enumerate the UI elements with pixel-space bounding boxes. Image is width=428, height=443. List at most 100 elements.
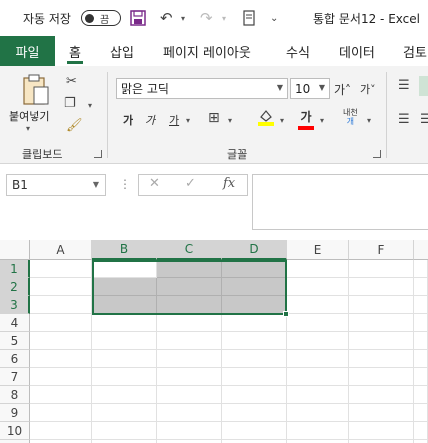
grid-cell[interactable]	[157, 278, 222, 296]
row-header-6[interactable]: 6	[0, 350, 30, 368]
row-header-3[interactable]: 3	[0, 296, 30, 314]
row-header-5[interactable]: 5	[0, 332, 30, 350]
tab-file[interactable]: 파일	[0, 36, 55, 66]
column-header-b[interactable]: B	[92, 240, 157, 260]
grid-cell[interactable]	[157, 386, 222, 404]
grow-font-button[interactable]: 가˄	[334, 81, 351, 98]
grid-cell[interactable]	[349, 332, 414, 350]
row-header-8[interactable]: 8	[0, 386, 30, 404]
grid-cell[interactable]	[287, 260, 349, 278]
enter-icon[interactable]: ✓	[185, 176, 196, 191]
clipboard-launcher-icon[interactable]	[94, 150, 102, 158]
tab-insert[interactable]: 삽입	[110, 36, 134, 66]
grid-cell[interactable]	[222, 260, 287, 278]
shrink-font-button[interactable]: 가˅	[360, 81, 376, 97]
border-dropdown-icon[interactable]: ▾	[228, 116, 232, 125]
undo-icon[interactable]: ↶	[160, 0, 173, 36]
grid-cell[interactable]	[287, 350, 349, 368]
underline-button[interactable]: 가	[169, 112, 179, 128]
row-header-4[interactable]: 4	[0, 314, 30, 332]
row-header-9[interactable]: 9	[0, 404, 30, 422]
grid-cell[interactable]	[92, 368, 157, 386]
grid-cell[interactable]	[414, 296, 428, 314]
grid-cell[interactable]	[287, 386, 349, 404]
grid-cell[interactable]	[30, 350, 92, 368]
grid-cell[interactable]	[222, 368, 287, 386]
grid-cell[interactable]	[157, 422, 222, 440]
grid-cell[interactable]	[92, 260, 157, 278]
column-header-a[interactable]: A	[30, 240, 92, 260]
grid-cell[interactable]	[92, 296, 157, 314]
grid-cell[interactable]	[349, 422, 414, 440]
grid-cell[interactable]	[157, 314, 222, 332]
column-header-d[interactable]: D	[222, 240, 287, 260]
grid-cell[interactable]	[287, 404, 349, 422]
font-color-dropdown-icon[interactable]: ▾	[320, 116, 324, 125]
grid-cell[interactable]	[30, 332, 92, 350]
tab-review[interactable]: 검토	[403, 36, 427, 66]
align-top-icon[interactable]: ☰	[398, 78, 410, 93]
column-header-f[interactable]: F	[349, 240, 414, 260]
grid-cell[interactable]	[222, 386, 287, 404]
grid-cell[interactable]	[92, 314, 157, 332]
grid-cell[interactable]	[92, 422, 157, 440]
cut-icon[interactable]: ✂	[66, 74, 77, 89]
grid-cell[interactable]	[349, 260, 414, 278]
grid-cell[interactable]	[414, 422, 428, 440]
redo-dropdown-icon[interactable]: ▾	[222, 0, 226, 36]
fill-handle[interactable]	[283, 311, 289, 317]
grid-cell[interactable]	[414, 314, 428, 332]
grid-cell[interactable]	[157, 404, 222, 422]
grid-cell[interactable]	[414, 260, 428, 278]
row-header-10[interactable]: 10	[0, 422, 30, 440]
grid-cell[interactable]	[349, 404, 414, 422]
grid-cell[interactable]	[287, 422, 349, 440]
align-left-icon[interactable]: ☰	[398, 112, 410, 127]
phonetic-dropdown-icon[interactable]: ▾	[367, 116, 371, 125]
column-header-e[interactable]: E	[287, 240, 349, 260]
paste-icon[interactable]	[22, 74, 50, 106]
autosave-toggle[interactable]: 끔	[81, 10, 121, 26]
grid-cell[interactable]	[287, 314, 349, 332]
font-launcher-icon[interactable]	[373, 150, 381, 158]
grid-cell[interactable]	[92, 278, 157, 296]
grid-cell[interactable]	[414, 332, 428, 350]
grid-cell[interactable]	[157, 260, 222, 278]
row-header-2[interactable]: 2	[0, 278, 30, 296]
grid-cell[interactable]	[222, 422, 287, 440]
grid-cell[interactable]	[414, 404, 428, 422]
grid-cell[interactable]	[287, 278, 349, 296]
cancel-icon[interactable]: ✕	[149, 176, 160, 191]
grid-cell[interactable]	[157, 332, 222, 350]
row-header-1[interactable]: 1	[0, 260, 30, 278]
grid-cell[interactable]	[287, 296, 349, 314]
select-all-corner[interactable]	[0, 240, 30, 260]
grid-cell[interactable]	[349, 314, 414, 332]
grid-cell[interactable]	[287, 332, 349, 350]
tab-formulas[interactable]: 수식	[286, 36, 310, 66]
grid-cell[interactable]	[222, 314, 287, 332]
customize-qat-icon[interactable]: ⌄	[270, 0, 278, 36]
grid-cell[interactable]	[349, 278, 414, 296]
tab-home[interactable]: 홈	[67, 36, 83, 66]
grid-cell[interactable]	[414, 350, 428, 368]
italic-button[interactable]: 가	[145, 112, 155, 128]
name-box[interactable]: B1 ▼	[6, 174, 106, 196]
grid-cell[interactable]	[157, 350, 222, 368]
grid-cell[interactable]	[30, 422, 92, 440]
border-icon[interactable]: ⊞	[208, 110, 220, 126]
column-header-c[interactable]: C	[157, 240, 222, 260]
copy-dropdown-icon[interactable]: ▾	[88, 101, 92, 110]
formula-input[interactable]	[252, 174, 428, 230]
grid-cell[interactable]	[349, 386, 414, 404]
grid-cell[interactable]	[30, 278, 92, 296]
grid-cell[interactable]	[349, 296, 414, 314]
tab-data[interactable]: 데이터	[339, 36, 375, 66]
row-header-7[interactable]: 7	[0, 368, 30, 386]
font-size-combo[interactable]: 10 ▼	[290, 78, 330, 99]
save-icon[interactable]	[130, 0, 146, 36]
grid-cell[interactable]	[92, 404, 157, 422]
phonetic-button[interactable]: 내천 개	[343, 108, 358, 126]
column-header-g[interactable]	[414, 240, 428, 260]
bold-button[interactable]: 가	[123, 112, 133, 128]
